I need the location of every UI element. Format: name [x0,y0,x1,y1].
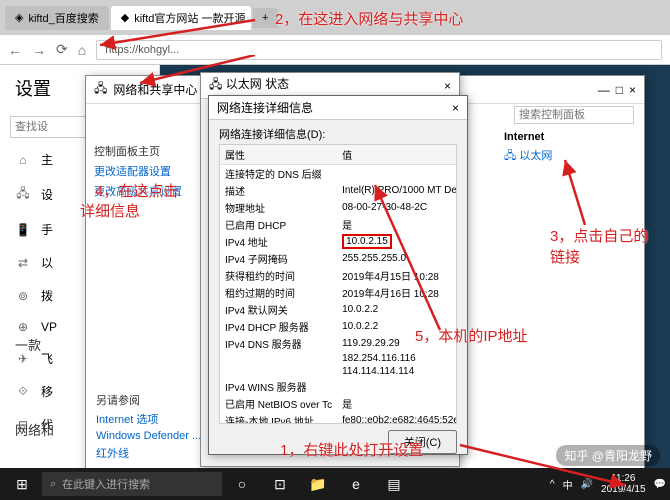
close-icon[interactable]: × [452,101,459,115]
new-tab-button[interactable]: + [253,8,278,28]
maximize-icon[interactable]: □ [616,83,623,97]
clock-date: 2019/4/15 [601,484,646,495]
cp-sidebar: 控制面板主页 更改适配器设置 更改高级共享设置 [86,131,206,211]
back-icon[interactable]: ← [8,42,22,58]
minimize-icon[interactable]: — [598,83,610,97]
volume-icon[interactable]: 🔊 [581,479,593,490]
dialog-title: 网络连接详细信息 [217,99,313,116]
network-details-dialog: 网络连接详细信息 × 网络连接详细信息(D): 属性值 连接特定的 DNS 后缀… [208,95,468,455]
start-button[interactable]: ⊞ [4,470,40,498]
table-row[interactable]: 物理地址08-00-27-30-48-2C [220,199,457,216]
device-icon: 🖧 [15,184,31,205]
table-row[interactable]: IPv4 DHCP 服务器10.0.2.2 [220,318,457,335]
browser-tab-strip: ◈kiftd_百度搜索 ◆kiftd官方网站 一款开源× + [0,0,670,35]
refresh-icon[interactable]: ⟳ [56,41,68,58]
tray[interactable]: ^ 中 🔊 11:26 2019/4/15 💬 [550,473,666,495]
dialog-titlebar[interactable]: 网络连接详细信息 × [209,96,467,120]
window-title: 网络和共享中心 [113,81,197,98]
cp-sharing-link[interactable]: 更改高级共享设置 [94,183,198,199]
table-row[interactable]: 连接特定的 DNS 后缀 [220,165,457,183]
search-icon: ⌕ [50,478,56,491]
clock-time: 11:26 [601,473,646,484]
watermark: 知乎 @青阳龙野 [556,445,660,466]
cp-search-input[interactable] [514,106,634,124]
vpn-icon: ⊕ [15,320,31,334]
url-input[interactable]: https://kohgyl... [96,40,662,60]
ethernet-link[interactable]: 🖧 以太网 [504,150,552,162]
infrared-link[interactable]: 红外线 [96,445,201,461]
col-value: 值 [337,145,457,165]
see-also-header: 另请参阅 [96,392,201,408]
wifi-icon: ⊚ [15,289,31,303]
close-button[interactable]: 关闭(C) [388,430,457,454]
tab-favicon: ◆ [121,11,129,24]
network-icon: 🖧 [94,79,107,100]
tab-kiftd[interactable]: ◆kiftd官方网站 一款开源× [111,6,251,30]
ime-icon[interactable]: 中 [563,477,573,492]
cortana-icon[interactable]: ○ [224,470,260,498]
details-label: 网络连接详细信息(D): [209,120,467,144]
close-icon[interactable]: × [444,79,451,93]
notification-icon[interactable]: 💬 [654,479,666,490]
table-row[interactable]: IPv4 子网掩码255.255.255.0 [220,250,457,267]
tab-favicon: ◈ [15,11,23,24]
table-row[interactable]: IPv4 WINS 服务器 [220,378,457,395]
details-table: 属性值 连接特定的 DNS 后缀描述Intel(R) PRO/1000 MT D… [219,144,457,424]
ethernet-icon: ⇄ [15,256,31,270]
col-property: 属性 [220,145,337,165]
table-row[interactable]: 已启用 DHCP是 [220,216,457,233]
phone-icon: 📱 [15,223,31,237]
forward-icon[interactable]: → [32,42,46,58]
edge-icon[interactable]: e [338,470,374,498]
url-toolbar: ← → ⟳ ⌂ https://kohgyl... [0,35,670,65]
table-row[interactable]: IPv4 默认网关10.0.2.2 [220,301,457,318]
hotspot-icon: ⟐ [15,384,31,399]
table-row[interactable]: 114.114.114.114 [220,365,457,378]
table-row[interactable]: 获得租约的时间2019年4月15日 10:28 [220,267,457,284]
internet-label: Internet [504,131,634,143]
taskbar-search[interactable]: ⌕在此键入进行搜索 [42,472,222,496]
tab-baidu[interactable]: ◈ kiftd_百度搜索 [5,6,109,30]
explorer-icon[interactable]: 📁 [300,470,336,498]
cp-adapter-link[interactable]: 更改适配器设置 [94,163,198,179]
see-also: 另请参阅 Internet 选项 Windows Defender ... 红外… [96,389,201,464]
table-row[interactable]: 租约过期的时间2019年4月16日 10:28 [220,284,457,301]
network-icon: 🖧 [209,77,222,91]
taskbar: ⊞ ⌕在此键入进行搜索 ○ ⊡ 📁 e ▤ ^ 中 🔊 11:26 2019/4… [0,468,670,500]
tray-up-icon[interactable]: ^ [550,479,555,490]
cp-connections: Internet 🖧 以太网 [504,131,634,166]
page-text: 一款 [15,335,41,354]
defender-link[interactable]: Windows Defender ... [96,430,201,442]
tab-label: kiftd官方网站 一款开源 [134,10,245,26]
close-icon[interactable]: × [629,83,636,97]
table-row[interactable]: 已启用 NetBIOS over Tc是 [220,395,457,412]
home-icon[interactable]: ⌂ [78,42,86,58]
table-row[interactable]: IPv4 地址10.0.2.15 [220,233,457,250]
home-icon: ⌂ [15,153,31,167]
table-row[interactable]: 182.254.116.116 [220,352,457,365]
tab-label: kiftd_百度搜索 [28,10,98,26]
internet-options-link[interactable]: Internet 选项 [96,411,201,427]
app-icon[interactable]: ▤ [376,470,412,498]
page-text: 网络和 [15,420,54,439]
taskview-icon[interactable]: ⊡ [262,470,298,498]
table-row[interactable]: 连接-本地 IPv6 地址fe80::e0b2:e682:4645:52ed%6 [220,412,457,424]
table-row[interactable]: 描述Intel(R) PRO/1000 MT Desktop Adap [220,182,457,199]
table-row[interactable]: IPv4 DNS 服务器119.29.29.29 [220,335,457,352]
cp-home-link[interactable]: 控制面板主页 [94,143,198,159]
